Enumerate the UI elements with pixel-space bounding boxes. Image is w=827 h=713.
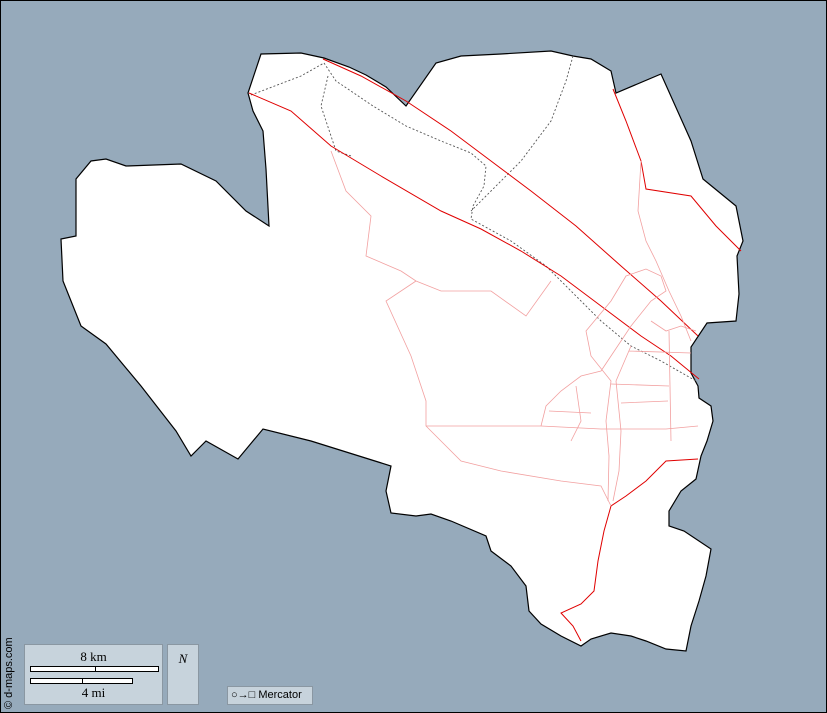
scale-mi-bar <box>30 678 133 684</box>
projection-box: ○→□ Mercator <box>227 686 313 705</box>
scale-km-bar <box>30 666 159 672</box>
north-label: N <box>178 651 188 666</box>
map-credit: © d-maps.com <box>3 637 15 709</box>
projection-label: Mercator <box>258 689 302 701</box>
scale-bar-box: 8 km 4 mi <box>24 644 163 705</box>
scale-km-label: 8 km <box>80 649 107 664</box>
north-indicator-box: N <box>167 644 199 705</box>
map-canvas <box>60 50 744 697</box>
scale-mi-label: 4 mi <box>81 685 106 700</box>
map-frame: © d-maps.com 8 km 4 mi N ○→□ Mercator <box>0 0 827 713</box>
projection-icon: ○→□ <box>231 689 256 701</box>
